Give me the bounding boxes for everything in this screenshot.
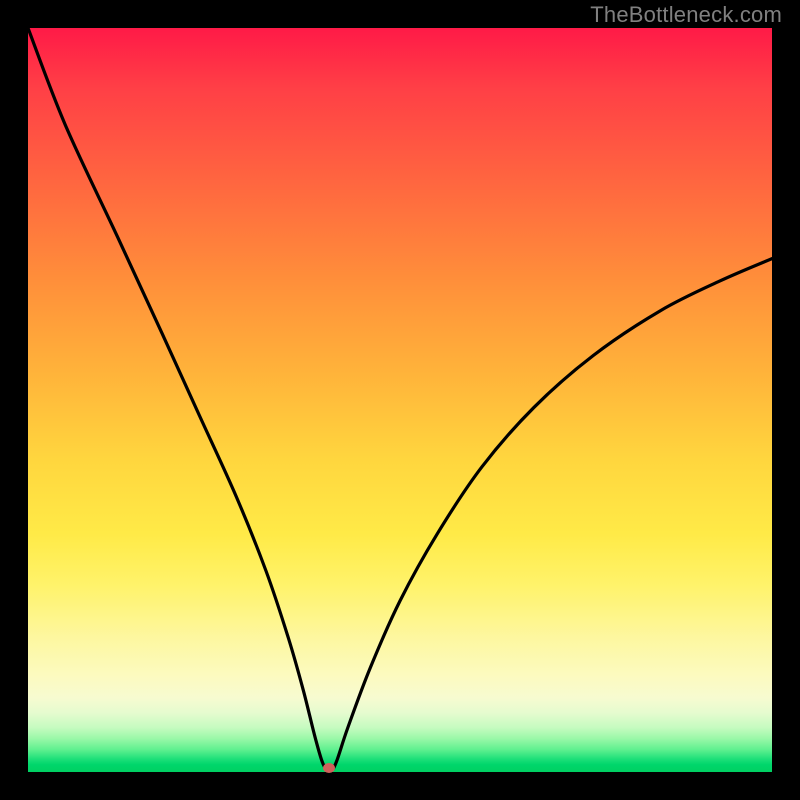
plot-area [28, 28, 772, 772]
watermark-text: TheBottleneck.com [590, 2, 782, 28]
bottleneck-curve [28, 28, 772, 772]
chart-frame: TheBottleneck.com [0, 0, 800, 800]
curve-svg [28, 28, 772, 772]
